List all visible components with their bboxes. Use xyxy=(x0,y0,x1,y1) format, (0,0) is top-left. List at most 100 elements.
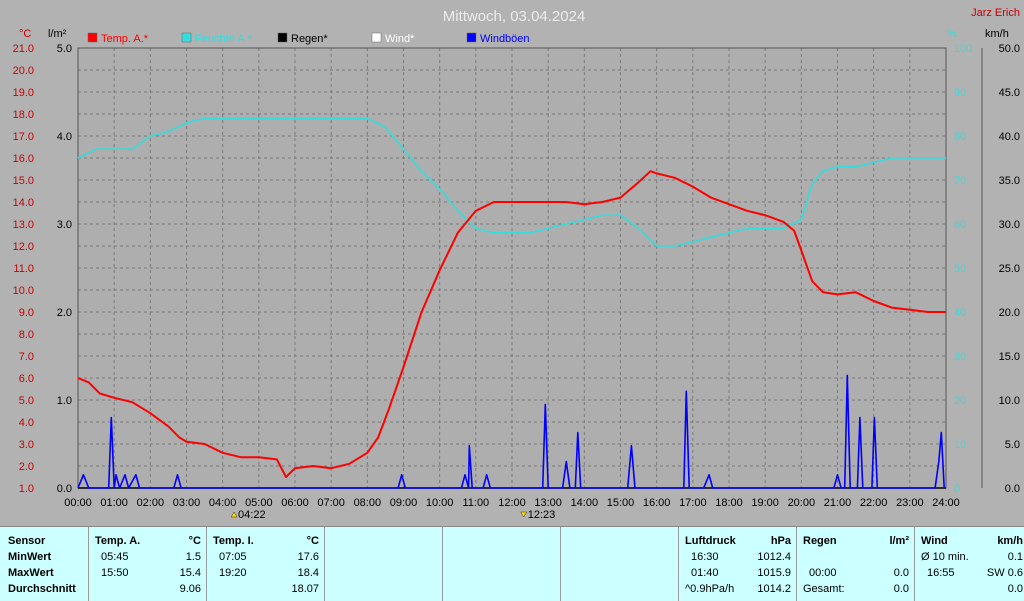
x-tick-label: 08:00 xyxy=(354,497,382,509)
legend-label: Wind* xyxy=(385,33,415,45)
x-tick-label: 24:00 xyxy=(932,497,960,509)
rain-tick-label: 5.0 xyxy=(57,43,72,55)
temp-a-column: Temp. A. °C 05:45 1.5 15:50 15.4 9.06 xyxy=(88,527,207,601)
x-tick-label: 10:00 xyxy=(426,497,454,509)
x-tick-label: 09:00 xyxy=(390,497,418,509)
sunrise-icon xyxy=(230,511,238,518)
temp-tick-label: 7.0 xyxy=(19,351,34,363)
wind-tick-label: 30.0 xyxy=(999,219,1020,231)
pressure-max-time: 01:40 xyxy=(691,567,719,579)
temp-tick-label: 11.0 xyxy=(13,263,34,275)
temp-i-unit: °C xyxy=(306,535,319,547)
temp-tick-label: 21.0 xyxy=(13,43,34,55)
wind-tick-label: 35.0 xyxy=(999,175,1020,187)
humidity-tick-label: 70 xyxy=(954,175,966,187)
wind-avg-value: 0.1 xyxy=(1007,551,1023,563)
temp-tick-label: 12.0 xyxy=(13,241,34,253)
humidity-tick-label: 10 xyxy=(954,439,966,451)
rain-tick-label: 0.0 xyxy=(57,483,72,495)
pressure-unit: hPa xyxy=(770,535,791,547)
temp-i-max-time: 19:20 xyxy=(219,567,247,579)
wind-max-time: 16:55 xyxy=(927,567,955,579)
temp-tick-label: 1.0 xyxy=(19,483,34,495)
temp-tick-label: 3.0 xyxy=(19,439,34,451)
temp-tick-label: 8.0 xyxy=(19,329,34,341)
x-tick-label: 14:00 xyxy=(571,497,599,509)
row-label-min: MinWert xyxy=(8,551,52,563)
sensor-column: Sensor MinWert MaxWert Durchschnitt xyxy=(0,527,88,601)
stats-table: Sensor MinWert MaxWert Durchschnitt Temp… xyxy=(0,526,1024,601)
humidity-tick-label: 40 xyxy=(954,307,966,319)
x-tick-label: 02:00 xyxy=(137,497,165,509)
x-tick-label: 00:00 xyxy=(64,497,92,509)
rain-max-time: 00:00 xyxy=(809,567,837,579)
x-tick-label: 17:00 xyxy=(679,497,707,509)
rain-tick-label: 2.0 xyxy=(57,307,72,319)
temp-a-max-time: 15:50 xyxy=(101,567,129,579)
x-tick-label: 12:00 xyxy=(498,497,526,509)
empty-column-2 xyxy=(442,527,561,601)
empty-column-3 xyxy=(560,527,679,601)
wind-max-value: SW 0.6 xyxy=(986,567,1023,579)
temp-i-max-value: 18.4 xyxy=(297,567,319,579)
rain-tick-label: 1.0 xyxy=(57,395,72,407)
wind-tick-label: 20.0 xyxy=(999,307,1020,319)
wind-avg-total: 0.0 xyxy=(1007,583,1023,595)
x-tick-label: 01:00 xyxy=(100,497,128,509)
rain-column: Regen l/m² 00:00 0.0 Gesamt: 0.0 xyxy=(796,527,915,601)
sunset-label: 12:23 xyxy=(528,509,556,521)
x-tick-label: 13:00 xyxy=(534,497,562,509)
x-tick-label: 07:00 xyxy=(317,497,345,509)
humidity-tick-label: 60 xyxy=(954,219,966,231)
x-tick-label: 23:00 xyxy=(896,497,924,509)
rain-unit: l/m² xyxy=(889,535,909,547)
temp-a-min-value: 1.5 xyxy=(185,551,201,563)
temp-i-header: Temp. I. xyxy=(213,535,254,547)
legend-swatch xyxy=(181,32,192,43)
sensor-header: Sensor xyxy=(8,535,46,547)
legend-label: Windböen xyxy=(480,33,530,45)
humidity-tick-label: 80 xyxy=(954,131,966,143)
rain-max-value: 0.0 xyxy=(893,567,909,579)
wind-tick-label: 40.0 xyxy=(999,131,1020,143)
temp-tick-label: 14.0 xyxy=(13,197,34,209)
rain-tick-label: 4.0 xyxy=(57,131,72,143)
temp-tick-label: 18.0 xyxy=(13,109,34,121)
legend-swatch xyxy=(87,32,98,43)
legend-swatch xyxy=(466,32,477,43)
temp-tick-label: 20.0 xyxy=(13,65,34,77)
x-tick-label: 03:00 xyxy=(173,497,201,509)
pressure-min-time: 16:30 xyxy=(691,551,719,563)
wind-tick-label: 0.0 xyxy=(1005,483,1020,495)
temp-i-column: Temp. I. °C 07:05 17.6 19:20 18.4 18.07 xyxy=(206,527,325,601)
wind-tick-label: 5.0 xyxy=(1005,439,1020,451)
temp-tick-label: 15.0 xyxy=(13,175,34,187)
temp-tick-label: 10.0 xyxy=(13,285,34,297)
x-tick-label: 22:00 xyxy=(860,497,888,509)
rain-header: Regen xyxy=(803,535,837,547)
pressure-trend: ^0.9hPa/h xyxy=(685,583,735,595)
temp-tick-label: 6.0 xyxy=(19,373,34,385)
temp-a-min-time: 05:45 xyxy=(101,551,129,563)
temp-tick-label: 16.0 xyxy=(13,153,34,165)
empty-column-1 xyxy=(324,527,443,601)
wind-header: Wind xyxy=(921,535,948,547)
row-label-avg: Durchschnitt xyxy=(8,583,76,595)
x-tick-label: 06:00 xyxy=(281,497,309,509)
humidity-tick-label: 20 xyxy=(954,395,966,407)
humidity-tick-label: 90 xyxy=(954,87,966,99)
pressure-average: 1014.2 xyxy=(757,583,791,595)
legend-swatch xyxy=(277,32,288,43)
temp-tick-label: 17.0 xyxy=(13,131,34,143)
weather-chart: Mittwoch, 03.04.2024 Jarz Erich °C l/m²% km/… xyxy=(13,7,1020,521)
sunrise-label: 04:22 xyxy=(238,509,266,521)
temp-unit-label: °C xyxy=(19,28,31,40)
temp-tick-label: 13.0 xyxy=(13,219,34,231)
x-tick-label: 04:00 xyxy=(209,497,237,509)
temp-tick-label: 9.0 xyxy=(19,307,34,319)
wind-tick-label: 10.0 xyxy=(999,395,1020,407)
humidity-tick-label: 30 xyxy=(954,351,966,363)
humidity-tick-label: 0 xyxy=(954,483,960,495)
sunset-icon xyxy=(520,511,528,518)
humidity-unit-label: % xyxy=(947,28,957,40)
